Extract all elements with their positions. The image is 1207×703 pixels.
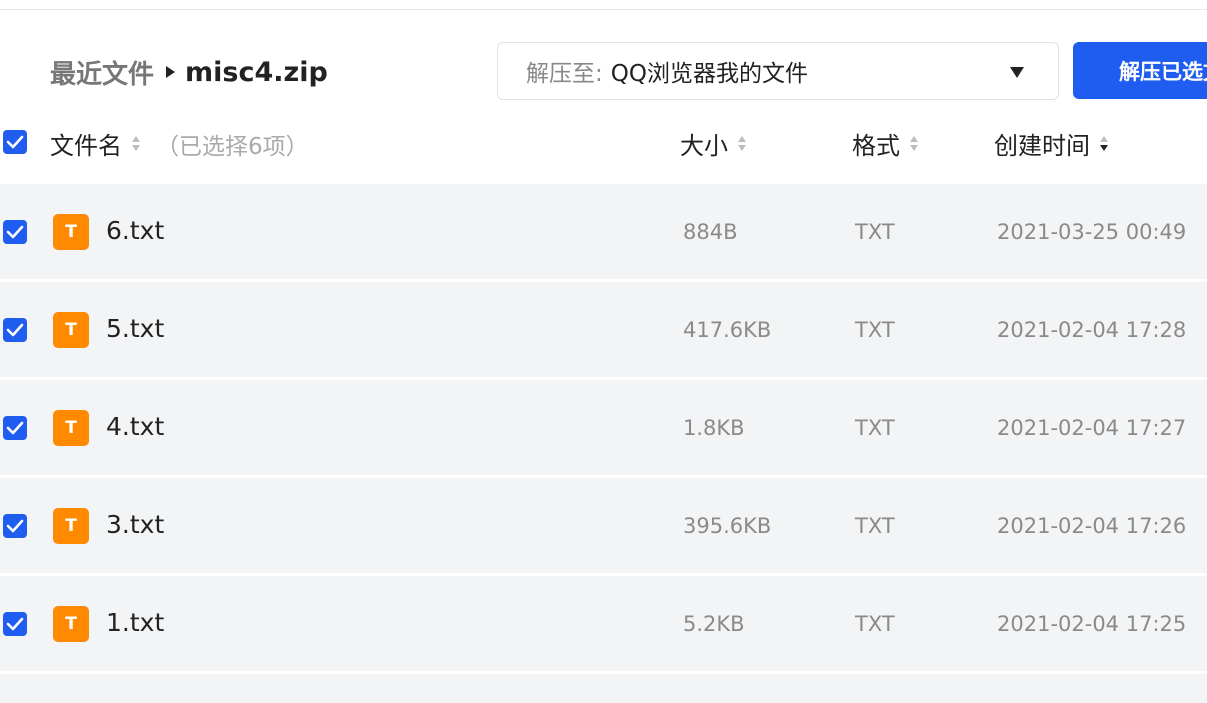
- check-icon: [6, 225, 24, 239]
- destination-value: QQ浏览器我的文件: [610, 61, 808, 87]
- column-format[interactable]: 格式: [852, 126, 918, 161]
- file-format: TXT: [855, 612, 895, 636]
- extract-selected-button[interactable]: 解压已选文件: [1073, 42, 1207, 99]
- destination-select[interactable]: 解压至: QQ浏览器我的文件: [497, 42, 1059, 100]
- table-header: 文件名 （已选择6项） 大小 格式 创建时间: [0, 114, 1207, 170]
- check-icon: [6, 519, 24, 533]
- file-format: TXT: [855, 416, 895, 440]
- file-format: TXT: [855, 318, 895, 342]
- row-checkbox[interactable]: [3, 416, 27, 440]
- file-size: 884B: [683, 220, 738, 244]
- file-format: TXT: [855, 514, 895, 538]
- sort-icon: [738, 136, 746, 151]
- check-icon: [6, 135, 24, 149]
- file-size: 1.8KB: [683, 416, 745, 440]
- row-checkbox[interactable]: [3, 318, 27, 342]
- file-size: 417.6KB: [683, 318, 772, 342]
- txt-file-icon: T: [53, 312, 89, 348]
- file-name: 3.txt: [106, 510, 165, 539]
- txt-file-icon: T: [53, 410, 89, 446]
- file-format: TXT: [855, 220, 895, 244]
- file-created: 2021-02-04 17:26: [997, 514, 1187, 538]
- column-name-label: 文件名: [50, 132, 122, 160]
- breadcrumb-root[interactable]: 最近文件: [50, 54, 154, 91]
- file-created: 2021-02-04 17:28: [997, 318, 1187, 342]
- breadcrumb: 最近文件 misc4.zip: [50, 52, 328, 92]
- row-checkbox[interactable]: [3, 220, 27, 244]
- row-checkbox[interactable]: [3, 514, 27, 538]
- file-name: 6.txt: [106, 216, 165, 245]
- txt-file-icon: T: [53, 606, 89, 642]
- file-size: 5.2KB: [683, 612, 745, 636]
- txt-file-icon: T: [53, 508, 89, 544]
- sort-desc-icon: [1100, 136, 1108, 151]
- column-created-label: 创建时间: [994, 132, 1090, 160]
- check-icon: [6, 421, 24, 435]
- file-name: 4.txt: [106, 412, 165, 441]
- table-row[interactable]: T 1.txt 5.2KB TXT 2021-02-04 17:25: [0, 576, 1207, 671]
- sort-icon: [132, 136, 140, 151]
- file-created: 2021-03-25 00:49: [997, 220, 1187, 244]
- file-created: 2021-02-04 17:25: [997, 612, 1187, 636]
- sort-icon: [910, 136, 918, 151]
- table-row[interactable]: T 3.txt 395.6KB TXT 2021-02-04 17:26: [0, 478, 1207, 573]
- top-divider: [0, 0, 1207, 10]
- column-size[interactable]: 大小: [680, 126, 746, 161]
- table-row[interactable]: T 5.txt 417.6KB TXT 2021-02-04 17:28: [0, 282, 1207, 377]
- column-format-label: 格式: [852, 132, 900, 160]
- row-checkbox[interactable]: [3, 612, 27, 636]
- file-size: 395.6KB: [683, 514, 772, 538]
- dropdown-caret-icon: [1010, 67, 1024, 78]
- check-icon: [6, 617, 24, 631]
- breadcrumb-separator-icon: [166, 66, 176, 78]
- table-row[interactable]: T 6.txt 884B TXT 2021-03-25 00:49: [0, 184, 1207, 279]
- column-name[interactable]: 文件名 （已选择6项）: [50, 126, 309, 161]
- txt-file-icon: T: [53, 214, 89, 250]
- breadcrumb-current: misc4.zip: [185, 56, 328, 88]
- file-name: 5.txt: [106, 314, 165, 343]
- file-name: 1.txt: [106, 608, 165, 637]
- file-created: 2021-02-04 17:27: [997, 416, 1187, 440]
- select-all-checkbox[interactable]: [3, 130, 27, 154]
- check-icon: [6, 323, 24, 337]
- destination-label: 解压至:: [526, 61, 603, 87]
- table-row[interactable]: [0, 674, 1207, 703]
- table-row[interactable]: T 4.txt 1.8KB TXT 2021-02-04 17:27: [0, 380, 1207, 475]
- column-size-label: 大小: [680, 132, 728, 160]
- column-created[interactable]: 创建时间: [994, 126, 1108, 161]
- selection-count: （已选择6项）: [156, 133, 309, 160]
